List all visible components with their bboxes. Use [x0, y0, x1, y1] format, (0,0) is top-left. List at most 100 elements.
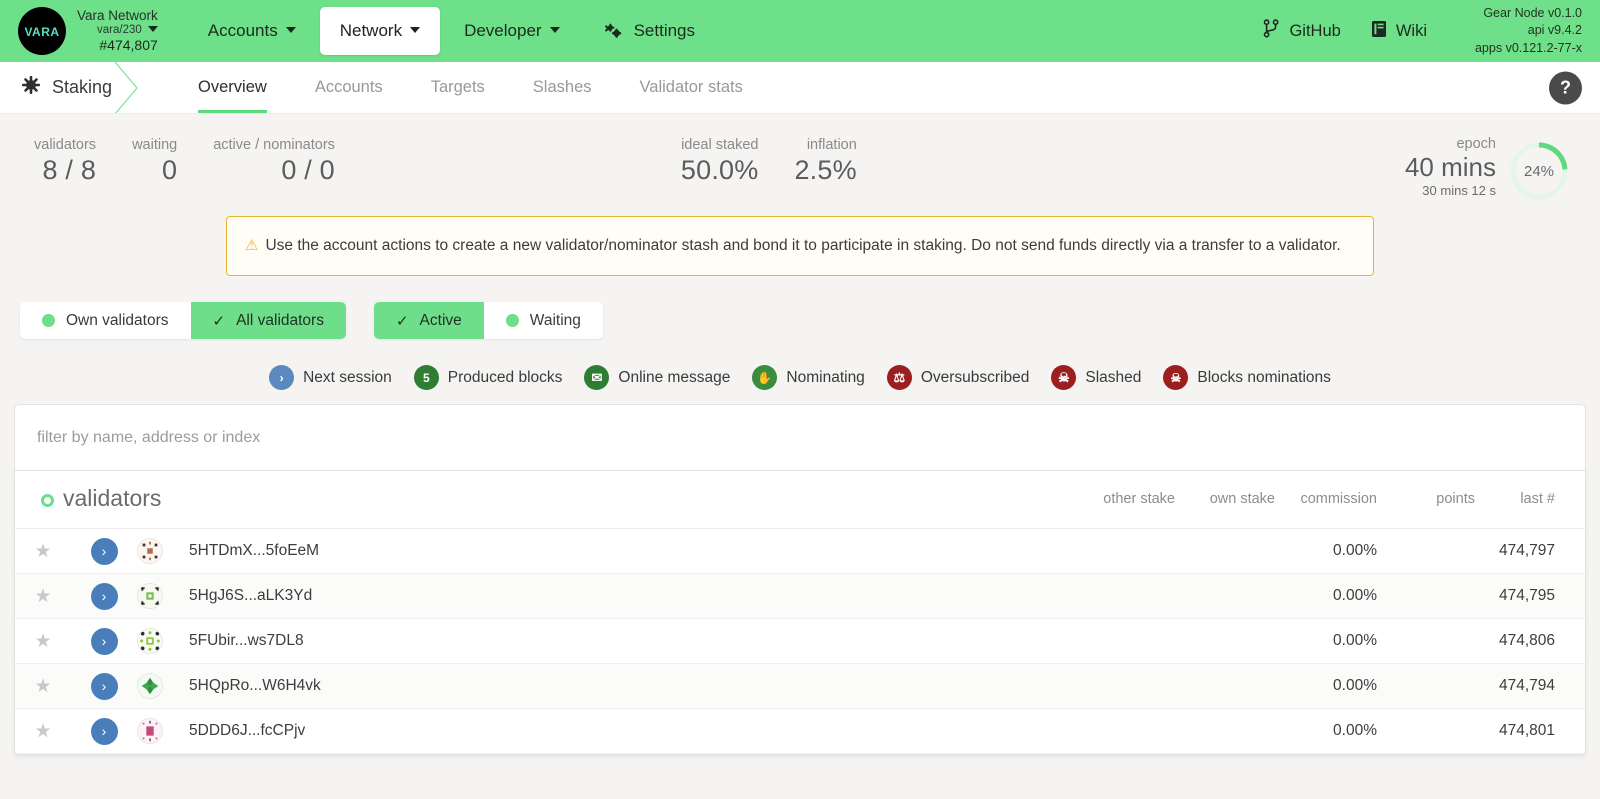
tab-slashes[interactable]: Slashes — [509, 62, 616, 113]
filter-input[interactable] — [37, 428, 1563, 447]
cell-last-block: 474,795 — [1475, 573, 1585, 620]
toggle-group-ownership: Own validators ✓ All validators — [20, 302, 346, 340]
favorite-star-cell[interactable]: ★ — [15, 708, 71, 755]
github-icon — [1263, 19, 1280, 43]
legend-label: Next session — [303, 368, 392, 386]
validator-address[interactable]: 5HQpRo...W6H4vk — [181, 663, 1065, 710]
toggle-active[interactable]: ✓ Active — [373, 302, 484, 340]
star-icon[interactable]: ★ — [34, 676, 51, 697]
cell-own-stake — [1175, 708, 1275, 755]
validator-address[interactable]: 5HgJ6S...aLK3Yd — [181, 573, 1065, 620]
legend-online-message: ✉ Online message — [584, 365, 730, 391]
legend-label: Oversubscribed — [920, 368, 1030, 386]
legend-oversubscribed: ⚖ Oversubscribed — [886, 365, 1030, 391]
brand-block[interactable]: VARA Vara Network vara/230 #474,807 — [18, 7, 160, 55]
epoch-percent: 24% — [1523, 162, 1555, 180]
validator-address[interactable]: 5HTDmX...5foEeM — [181, 528, 1065, 575]
section-title: Staking — [0, 62, 142, 113]
favorite-star-cell[interactable]: ★ — [15, 663, 71, 710]
favorite-star-cell[interactable]: ★ — [15, 573, 71, 620]
chevron-right-icon[interactable]: › — [90, 627, 118, 655]
toggle-label: Own validators — [66, 311, 169, 329]
tab-list: Overview Accounts Targets Slashes Valida… — [174, 62, 767, 113]
col-header-last-block[interactable]: last # — [1475, 471, 1585, 530]
chevron-right-icon[interactable]: › — [90, 582, 118, 610]
nav-item-accounts[interactable]: Accounts — [188, 7, 316, 55]
expand-cell[interactable]: › — [71, 528, 137, 575]
nav-item-developer[interactable]: Developer — [444, 7, 580, 55]
nav-item-network[interactable]: Network — [319, 7, 441, 55]
expand-cell[interactable]: › — [71, 573, 137, 620]
summary-value: 0 — [161, 155, 178, 186]
wiki-link[interactable]: Wiki — [1371, 20, 1427, 43]
summary-label: active / nominators — [213, 137, 335, 153]
favorite-star-cell[interactable]: ★ — [15, 528, 71, 575]
expand-cell[interactable]: › — [71, 663, 137, 710]
star-icon[interactable]: ★ — [34, 631, 51, 652]
legend-slashed: ☠ Slashed — [1051, 365, 1142, 391]
summary-value: 50.0% — [680, 155, 759, 186]
book-icon — [1371, 20, 1387, 43]
chevron-down-icon — [410, 27, 421, 33]
tab-targets[interactable]: Targets — [407, 62, 509, 113]
tab-accounts[interactable]: Accounts — [291, 62, 407, 113]
star-icon[interactable]: ★ — [34, 541, 51, 562]
skull-icon: ☠ — [1051, 365, 1077, 391]
chevron-right-icon[interactable]: › — [90, 537, 118, 565]
warning-text: Use the account actions to create a new … — [265, 237, 1341, 254]
chain-name: Vara Network — [77, 8, 158, 24]
hand-icon: ✋ — [752, 365, 778, 391]
legend-label: Blocks nominations — [1197, 368, 1331, 386]
toggle-own-validators[interactable]: Own validators — [20, 302, 191, 339]
legend-blocks-nominations: ☠ Blocks nominations — [1163, 365, 1331, 391]
summary-label: ideal staked — [681, 137, 759, 153]
col-header-own-stake[interactable]: own stake — [1175, 471, 1275, 530]
toggle-label: Waiting — [529, 311, 581, 329]
validators-table-wrap: validators other stake own stake commiss… — [14, 470, 1586, 756]
nav-item-label: Network — [339, 21, 403, 40]
table-row[interactable]: ★ › 5DDD6J...fcCPjv 0.00% 474,801 — [15, 708, 1585, 755]
cell-points — [1385, 708, 1475, 755]
top-navigation-bar: VARA Vara Network vara/230 #474,807 Acco… — [0, 0, 1600, 62]
table-row[interactable]: ★ › 5HTDmX...5foEeM 0.00% 474,797 — [15, 528, 1585, 575]
expand-cell[interactable]: › — [71, 618, 137, 665]
star-icon[interactable]: ★ — [34, 586, 51, 607]
legend-label: Slashed — [1085, 368, 1142, 386]
tab-validator-stats[interactable]: Validator stats — [616, 62, 767, 113]
svg-text:VARA: VARA — [24, 25, 59, 39]
cell-last-block: 474,801 — [1475, 708, 1585, 755]
col-header-other-stake[interactable]: other stake — [1065, 471, 1175, 530]
help-button[interactable]: ? — [1549, 71, 1582, 104]
nav-item-settings[interactable]: Settings — [584, 7, 715, 55]
table-row[interactable]: ★ › 5HgJ6S...aLK3Yd 0.00% 474,795 — [15, 573, 1585, 620]
favorite-star-cell[interactable]: ★ — [15, 618, 71, 665]
tab-overview[interactable]: Overview — [174, 62, 291, 113]
chevron-right-icon[interactable]: › — [90, 672, 118, 700]
tab-label: Validator stats — [639, 78, 743, 96]
chevron-right-icon[interactable]: › — [90, 717, 118, 745]
toggle-label: Active — [419, 311, 462, 329]
chevron-down-icon[interactable] — [147, 26, 158, 33]
validator-address[interactable]: 5FUbir...ws7DL8 — [181, 618, 1065, 665]
table-head: validators other stake own stake commiss… — [15, 471, 1585, 530]
star-icon[interactable]: ★ — [34, 721, 51, 742]
expand-cell[interactable]: › — [71, 708, 137, 755]
github-link[interactable]: GitHub — [1263, 19, 1341, 43]
toggle-all-validators[interactable]: ✓ All validators — [190, 302, 346, 340]
validators-table: validators other stake own stake commiss… — [15, 471, 1585, 755]
table-row[interactable]: ★ › 5FUbir...ws7DL8 0.00% 474,806 — [15, 618, 1585, 665]
validator-address[interactable]: 5DDD6J...fcCPjv — [181, 708, 1065, 755]
summary-card-validators: validators 8 / 8 — [16, 136, 114, 188]
staking-icon — [21, 75, 41, 99]
col-header-commission[interactable]: commission — [1275, 471, 1385, 530]
identicon-avatar — [137, 538, 163, 565]
status-dot-icon — [505, 314, 519, 328]
table-row[interactable]: ★ › 5HQpRo...W6H4vk 0.00% 474,794 — [15, 663, 1585, 710]
nav-item-label: Developer — [464, 21, 542, 40]
cell-other-stake — [1065, 573, 1175, 620]
table-title: validators — [63, 485, 162, 512]
col-header-points[interactable]: points — [1385, 471, 1475, 530]
chain-info[interactable]: Vara Network vara/230 #474,807 — [77, 8, 160, 53]
apps-version: apps v0.121.2-77-x — [1474, 40, 1582, 55]
toggle-waiting[interactable]: Waiting — [484, 302, 603, 339]
